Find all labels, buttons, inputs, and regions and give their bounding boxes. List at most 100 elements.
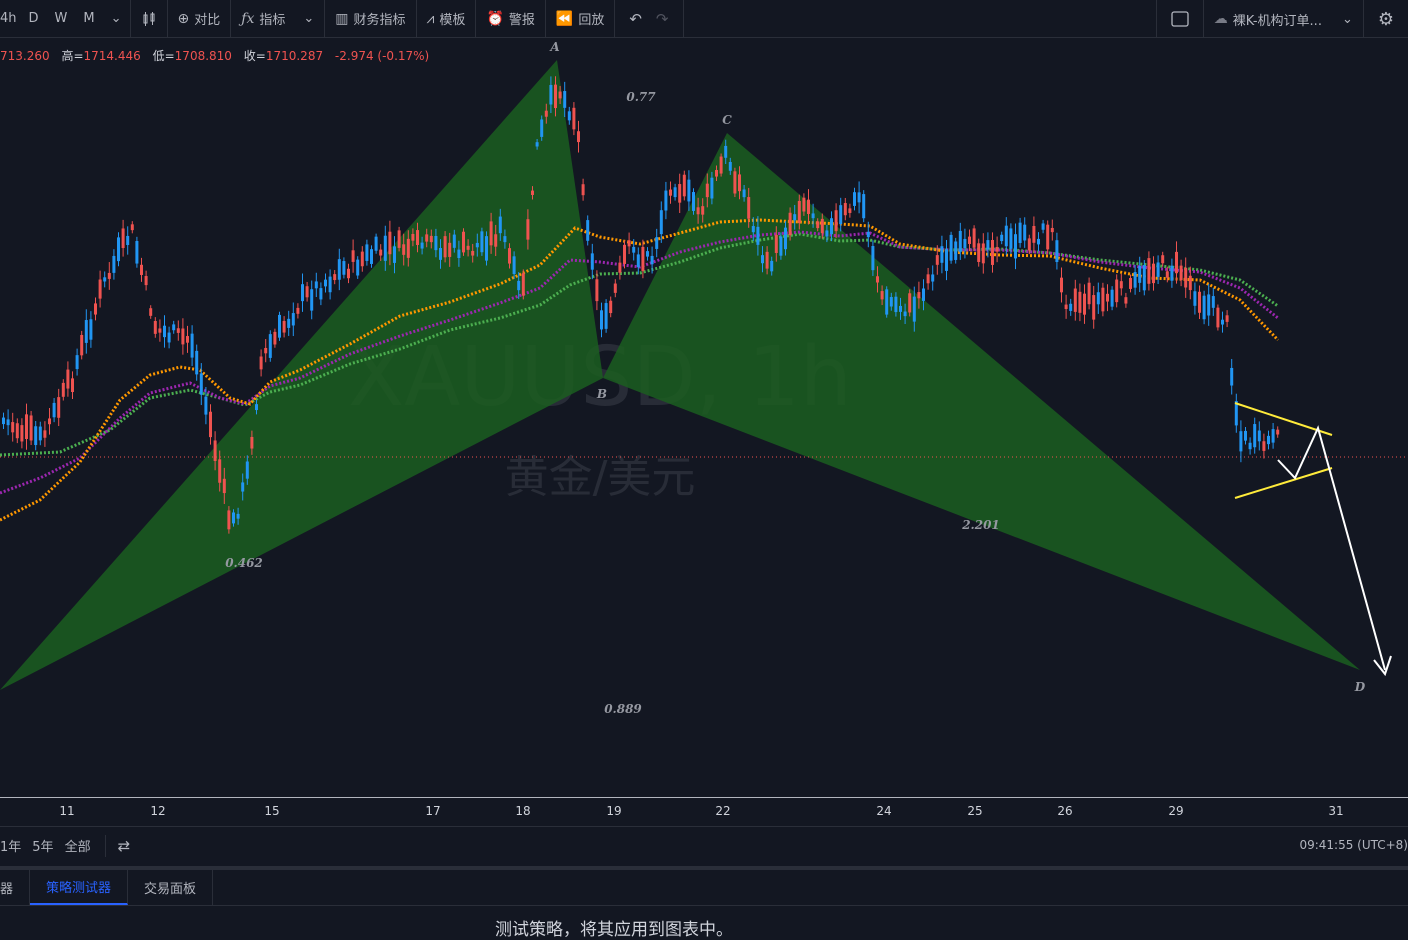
compare-button[interactable]: ⊕ 对比 bbox=[168, 0, 231, 38]
candle-body bbox=[531, 190, 534, 195]
time-tick: 17 bbox=[425, 804, 441, 818]
undo-button[interactable]: ↶ bbox=[615, 0, 650, 38]
high-value: 1714.446 bbox=[83, 49, 141, 63]
candle-body bbox=[199, 373, 203, 395]
candle-body bbox=[940, 246, 944, 263]
candle-body bbox=[839, 205, 843, 225]
candle-body bbox=[434, 236, 438, 251]
strategy-tester-message: 测试策略，将其应用到图表中。 bbox=[495, 920, 733, 940]
candle-body bbox=[908, 293, 912, 313]
candle-body bbox=[549, 84, 553, 105]
candle-body bbox=[544, 110, 548, 117]
candle-body bbox=[903, 311, 907, 317]
candle-body bbox=[282, 320, 286, 333]
candle-body bbox=[393, 246, 396, 263]
candle-body bbox=[126, 235, 130, 246]
chart-type-button[interactable] bbox=[131, 0, 167, 38]
candle-body bbox=[669, 189, 672, 196]
candle-body bbox=[1096, 292, 1100, 305]
candle-body bbox=[710, 177, 714, 199]
candle-body bbox=[1211, 296, 1215, 308]
candle-body bbox=[255, 404, 258, 411]
candle-body bbox=[1037, 238, 1040, 245]
candle-body bbox=[1133, 272, 1137, 288]
close-label: 收= bbox=[243, 49, 266, 63]
candle-body bbox=[590, 253, 594, 270]
alerts-button[interactable]: ⏰ 警报 bbox=[476, 0, 544, 38]
time-tick: 24 bbox=[876, 804, 892, 818]
candle-body bbox=[894, 296, 898, 313]
interval-4h[interactable]: 4h bbox=[0, 0, 21, 38]
candle-body bbox=[1165, 271, 1169, 278]
chevron-down-icon[interactable]: ⌄ bbox=[303, 11, 314, 26]
tab-screener[interactable]: 器 bbox=[0, 870, 31, 905]
candle-body bbox=[305, 286, 309, 298]
clock[interactable]: 09:41:55 (UTC+8) bbox=[1299, 838, 1408, 852]
tab-strategy-tester[interactable]: 策略测试器 bbox=[30, 870, 129, 905]
candle-body bbox=[1230, 367, 1234, 386]
candle-body bbox=[374, 236, 378, 251]
templates-button[interactable]: ⩘ 模板 bbox=[417, 0, 476, 38]
candle-body bbox=[1032, 225, 1036, 243]
candle-body bbox=[34, 426, 38, 446]
time-tick: 25 bbox=[967, 804, 983, 818]
tab-trading-panel[interactable]: 交易面板 bbox=[128, 870, 214, 905]
date-range-icon[interactable]: ⇄ bbox=[118, 837, 131, 855]
candle-body bbox=[770, 260, 774, 272]
candle-body bbox=[310, 289, 314, 311]
candle-body bbox=[117, 237, 120, 262]
candle-body bbox=[811, 213, 815, 219]
candle-body bbox=[1046, 224, 1050, 250]
settings-button[interactable]: ⚙ bbox=[1364, 0, 1408, 38]
ratio-label: 0.462 bbox=[225, 556, 263, 570]
candle-body bbox=[577, 131, 580, 143]
time-tick: 11 bbox=[59, 804, 75, 818]
candle-body bbox=[650, 255, 654, 265]
interval-m[interactable]: M bbox=[75, 0, 102, 38]
watermark-description: 黄金/美元 bbox=[505, 452, 696, 503]
price-chart[interactable]: XAUUSD, 1h 黄金/美元 A B C D 0.77 0.462 2.20… bbox=[0, 39, 1408, 797]
candle-body bbox=[1184, 267, 1188, 288]
candle-body bbox=[1276, 429, 1280, 435]
redo-button[interactable]: ↷ bbox=[650, 0, 683, 38]
financials-button[interactable]: ▥ 财务指标 bbox=[325, 0, 415, 38]
candle-body bbox=[912, 296, 916, 322]
candle-body bbox=[20, 425, 24, 442]
time-axis[interactable]: 11 12 15 17 18 19 22 24 25 26 29 31 bbox=[0, 797, 1408, 825]
candle-body bbox=[1027, 238, 1031, 251]
candle-body bbox=[1069, 303, 1073, 311]
candle-body bbox=[328, 276, 332, 293]
candle-body bbox=[871, 246, 875, 271]
fullscreen-button[interactable] bbox=[1157, 0, 1203, 38]
candle-body bbox=[489, 221, 493, 246]
layout-selector[interactable]: ☁ 裸K-机构订单... ⌄ bbox=[1204, 0, 1363, 38]
candle-body bbox=[448, 242, 452, 257]
candle-body bbox=[521, 273, 525, 296]
xabcd-pattern[interactable]: A B C D 0.77 0.462 2.201 0.889 bbox=[0, 40, 1366, 716]
candle-body bbox=[98, 279, 102, 299]
candle-body bbox=[857, 192, 861, 203]
range-5y[interactable]: 5年 bbox=[32, 836, 53, 855]
candle-body bbox=[153, 320, 157, 334]
range-all[interactable]: 全部 bbox=[65, 836, 91, 855]
interval-w[interactable]: W bbox=[47, 0, 76, 38]
candle-body bbox=[190, 333, 194, 358]
candle-body bbox=[406, 238, 410, 258]
candle-body bbox=[1170, 265, 1174, 281]
candle-body bbox=[6, 419, 10, 426]
interval-dropdown-icon[interactable]: ⌄ bbox=[103, 0, 130, 38]
candle-body bbox=[245, 461, 249, 479]
candle-body bbox=[439, 248, 442, 260]
candle-body bbox=[1092, 295, 1096, 320]
candle-body bbox=[1221, 319, 1224, 325]
candle-body bbox=[471, 250, 475, 256]
candle-body bbox=[848, 208, 852, 213]
candle-body bbox=[15, 423, 19, 439]
replay-button[interactable]: ⏪ 回放 bbox=[546, 0, 614, 38]
indicators-button[interactable]: ƒx 指标 ⌄ bbox=[231, 0, 324, 38]
candle-body bbox=[181, 328, 185, 345]
candle-body bbox=[641, 246, 645, 271]
pattern-point-c: C bbox=[722, 113, 732, 127]
interval-d[interactable]: D bbox=[21, 0, 47, 38]
range-1y[interactable]: 1年 bbox=[0, 836, 21, 855]
